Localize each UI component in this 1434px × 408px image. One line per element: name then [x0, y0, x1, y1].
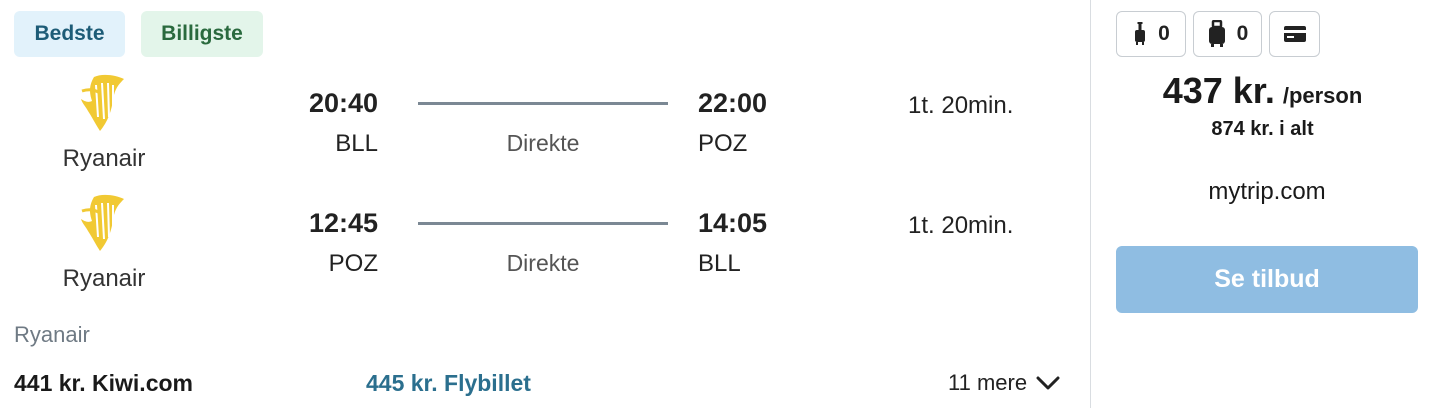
ryanair-harp-icon — [81, 194, 124, 251]
alt-offer-flybillet[interactable]: 445 kr. Flybillet — [366, 370, 531, 397]
credit-card-icon — [1283, 26, 1306, 42]
airline-name: Ryanair — [62, 265, 146, 292]
alt-offer-kiwi[interactable]: 441 kr. Kiwi.com — [14, 370, 193, 397]
carry-on-bag-filter[interactable]: 0 — [1116, 11, 1186, 57]
stops-label: Direkte — [506, 250, 580, 276]
checked-bag-filter[interactable]: 0 — [1193, 11, 1262, 57]
route-line — [418, 102, 668, 105]
seller-name: mytrip.com — [1208, 178, 1326, 205]
arrival-airport: POZ — [698, 130, 748, 157]
flight-duration: 1t. 20min. — [908, 92, 1014, 119]
ryanair-harp-icon — [81, 74, 124, 131]
price-per-person: 437 kr. /person — [1091, 70, 1434, 112]
carry-on-count: 0 — [1158, 22, 1170, 45]
payment-card-filter[interactable] — [1269, 11, 1320, 57]
price-unit: /person — [1282, 83, 1363, 108]
departure-time: 20:40 — [308, 88, 378, 118]
chevron-down-icon — [1036, 376, 1060, 390]
outbound-leg: Ryanair 20:40 BLL Direkte 22:00 POZ 1t. … — [0, 70, 1090, 180]
operating-airline: Ryanair — [14, 322, 90, 347]
see-offer-button[interactable]: Se tilbud — [1116, 246, 1418, 313]
price-panel: 0 0 437 kr. /person 874 kr. i alt mytrip.… — [1091, 0, 1434, 408]
route-line — [418, 222, 668, 225]
stops-label: Direkte — [506, 130, 580, 156]
best-badge: Bedste — [14, 11, 125, 57]
price-value: 437 kr. — [1162, 70, 1275, 111]
flight-result-card[interactable]: Bedste Billigste Ryanair 20:40 BLL Direk… — [0, 0, 1090, 408]
checked-bag-count: 0 — [1236, 22, 1249, 45]
departure-time: 12:45 — [308, 208, 378, 238]
airline-name: Ryanair — [62, 145, 146, 172]
departure-airport: BLL — [335, 130, 378, 157]
departure-airport: POZ — [328, 250, 378, 277]
flight-duration: 1t. 20min. — [908, 212, 1014, 239]
arrival-airport: BLL — [698, 250, 741, 277]
carry-on-bag-icon — [1135, 22, 1146, 45]
arrival-time: 22:00 — [698, 88, 768, 118]
more-offers-label: 11 mere — [948, 370, 1028, 395]
return-leg: Ryanair 12:45 POZ Direkte 14:05 BLL 1t. … — [0, 190, 1090, 300]
checked-bag-icon — [1208, 20, 1225, 47]
price-total: 874 kr. i alt — [1211, 118, 1314, 140]
more-offers-toggle[interactable]: 11 mere — [948, 370, 1061, 396]
arrival-time: 14:05 — [698, 208, 768, 238]
cheapest-badge: Billigste — [141, 11, 263, 57]
